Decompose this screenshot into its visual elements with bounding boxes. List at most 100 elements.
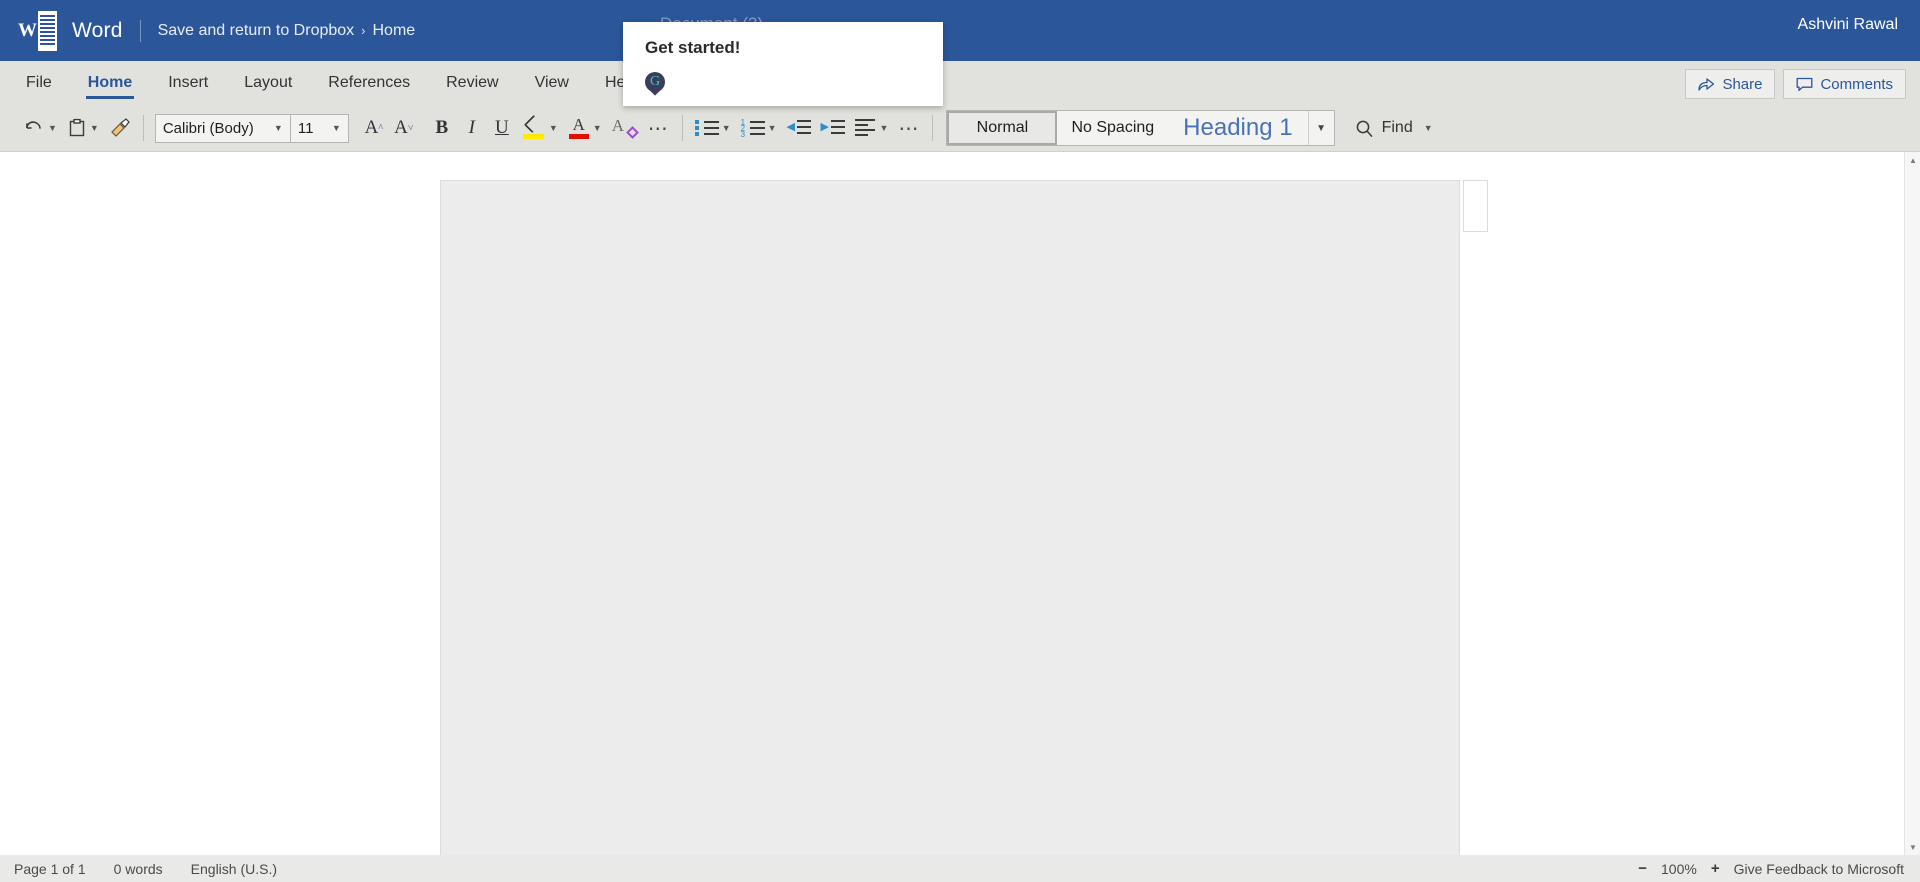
language-indicator[interactable]: English (U.S.)	[191, 861, 277, 877]
undo-icon	[26, 121, 41, 129]
share-icon	[1698, 77, 1715, 91]
breadcrumb-save-link[interactable]: Save and return to Dropbox	[158, 22, 355, 39]
paste-icon	[69, 118, 85, 137]
font-size-select[interactable]: 11 ▼	[290, 113, 349, 143]
comments-button[interactable]: Comments	[1783, 69, 1906, 99]
tab-layout[interactable]: Layout	[226, 61, 310, 105]
tab-review[interactable]: Review	[428, 61, 516, 105]
page-indicator[interactable]: Page 1 of 1	[14, 861, 86, 877]
tab-view-label: View	[534, 74, 569, 91]
feedback-link[interactable]: Give Feedback to Microsoft	[1734, 861, 1904, 877]
font-name-chevron-down-icon[interactable]: ▼	[274, 123, 283, 133]
formatting-toolbar: ▼ ▼ Calibri (Body) ▼ 11 ▼ A ^ A ˅ B I U …	[0, 105, 1920, 152]
ribbon-tab-strip: File Home Insert Layout References Revie…	[0, 61, 1920, 105]
tab-review-label: Review	[446, 74, 499, 91]
style-normal-label: Normal	[976, 119, 1029, 136]
toolbar-separator-2	[681, 115, 683, 141]
font-size-value: 11	[297, 119, 314, 137]
style-no-spacing[interactable]: No Spacing	[1057, 111, 1169, 145]
shrink-font-button[interactable]: A ˅	[389, 111, 419, 145]
tab-home[interactable]: Home	[70, 61, 150, 105]
align-left-icon	[854, 119, 877, 137]
breadcrumb[interactable]: Save and return to Dropbox › Home	[158, 22, 416, 40]
toolbar-separator	[142, 115, 144, 141]
highlight-chevron-down-icon[interactable]: ▼	[549, 123, 558, 133]
titlebar-divider	[139, 19, 141, 42]
style-heading-1[interactable]: Heading 1	[1169, 111, 1307, 145]
align-button[interactable]: ▼	[850, 111, 894, 145]
word-count[interactable]: 0 words	[114, 861, 163, 877]
vertical-scrollbar[interactable]: ▲ ▼	[1904, 152, 1920, 855]
bullet-list-button[interactable]: ▼	[690, 111, 736, 145]
user-account-name[interactable]: Ashvini Rawal	[1798, 16, 1898, 34]
underline-label: U	[494, 117, 509, 138]
styles-more-chevron-down-icon[interactable]: ▼	[1307, 111, 1334, 145]
align-chevron-down-icon[interactable]: ▼	[880, 123, 889, 133]
italic-button[interactable]: I	[457, 111, 487, 145]
tab-insert[interactable]: Insert	[150, 61, 226, 105]
find-chevron-down-icon[interactable]: ▼	[1424, 123, 1433, 133]
decrease-indent-button[interactable]: ◀	[782, 111, 816, 145]
document-canvas[interactable]	[0, 152, 1920, 855]
undo-chevron-down-icon[interactable]: ▼	[48, 123, 57, 133]
zoom-out-button[interactable]: −	[1638, 860, 1647, 877]
tab-file-label: File	[26, 74, 52, 91]
breadcrumb-separator-icon: ›	[361, 22, 366, 38]
tab-references-label: References	[328, 74, 411, 91]
share-button[interactable]: Share	[1685, 69, 1776, 99]
tab-references[interactable]: References	[310, 61, 428, 105]
tab-view[interactable]: View	[517, 61, 587, 105]
undo-button[interactable]: ▼	[18, 111, 62, 145]
tab-insert-label: Insert	[168, 74, 209, 91]
get-started-title: Get started!	[645, 38, 741, 57]
get-started-popup[interactable]: Get started! G	[623, 22, 943, 106]
paste-chevron-down-icon[interactable]: ▼	[90, 123, 99, 133]
word-logo-icon: W	[17, 10, 57, 51]
zoom-level[interactable]: 100%	[1661, 861, 1697, 877]
comment-icon	[1797, 77, 1813, 91]
document-page[interactable]	[440, 180, 1460, 855]
font-color-chevron-down-icon[interactable]: ▼	[593, 123, 602, 133]
italic-label: I	[468, 117, 475, 138]
bold-button[interactable]: B	[427, 111, 457, 145]
breadcrumb-home-link[interactable]: Home	[373, 22, 416, 39]
numbered-list-button[interactable]: 123 ▼	[736, 111, 782, 145]
side-panel-stub[interactable]	[1463, 180, 1488, 232]
text-highlight-button[interactable]: ▼	[517, 111, 563, 145]
styles-gallery: Normal No Spacing Heading 1 ▼	[946, 110, 1335, 146]
zoom-in-button[interactable]: +	[1711, 860, 1720, 877]
decrease-indent-icon: ◀	[787, 119, 811, 137]
app-name: Word	[72, 18, 123, 42]
paste-button[interactable]: ▼	[62, 111, 104, 145]
format-painter-icon	[110, 118, 130, 137]
more-paragraph-options-button[interactable]: ⋯	[893, 111, 925, 145]
more-font-options-button[interactable]: ⋯	[643, 111, 675, 145]
clear-formatting-icon: A	[612, 116, 639, 139]
grow-font-button[interactable]: A ^	[359, 111, 389, 145]
font-name-value: Calibri (Body)	[162, 119, 254, 137]
font-color-icon: A	[568, 115, 590, 139]
font-name-select[interactable]: Calibri (Body) ▼	[154, 113, 291, 143]
status-bar: Page 1 of 1 0 words English (U.S.) − 100…	[0, 855, 1920, 882]
increase-indent-icon: ▶	[821, 119, 845, 137]
style-no-spacing-label: No Spacing	[1071, 119, 1155, 136]
search-icon	[1356, 120, 1373, 137]
bullets-chevron-down-icon[interactable]: ▼	[722, 123, 731, 133]
scroll-down-icon[interactable]: ▼	[1905, 839, 1920, 855]
ribbon-right-actions: Share Comments	[1685, 69, 1906, 99]
tab-layout-label: Layout	[244, 74, 293, 91]
underline-button[interactable]: U	[487, 111, 517, 145]
clear-formatting-button[interactable]: A	[607, 111, 643, 145]
font-color-button[interactable]: A ▼	[563, 111, 607, 145]
find-button[interactable]: Find ▼	[1355, 119, 1433, 138]
tab-file[interactable]: File	[8, 61, 70, 105]
bold-label: B	[435, 117, 449, 138]
grammarly-logo-icon[interactable]: G	[645, 72, 665, 98]
text-highlight-icon	[522, 114, 546, 139]
style-normal[interactable]: Normal	[947, 111, 1058, 145]
format-painter-button[interactable]	[104, 111, 136, 145]
increase-indent-button[interactable]: ▶	[816, 111, 850, 145]
scroll-up-icon[interactable]: ▲	[1905, 152, 1920, 168]
font-size-chevron-down-icon[interactable]: ▼	[332, 123, 341, 133]
numbering-chevron-down-icon[interactable]: ▼	[768, 123, 777, 133]
